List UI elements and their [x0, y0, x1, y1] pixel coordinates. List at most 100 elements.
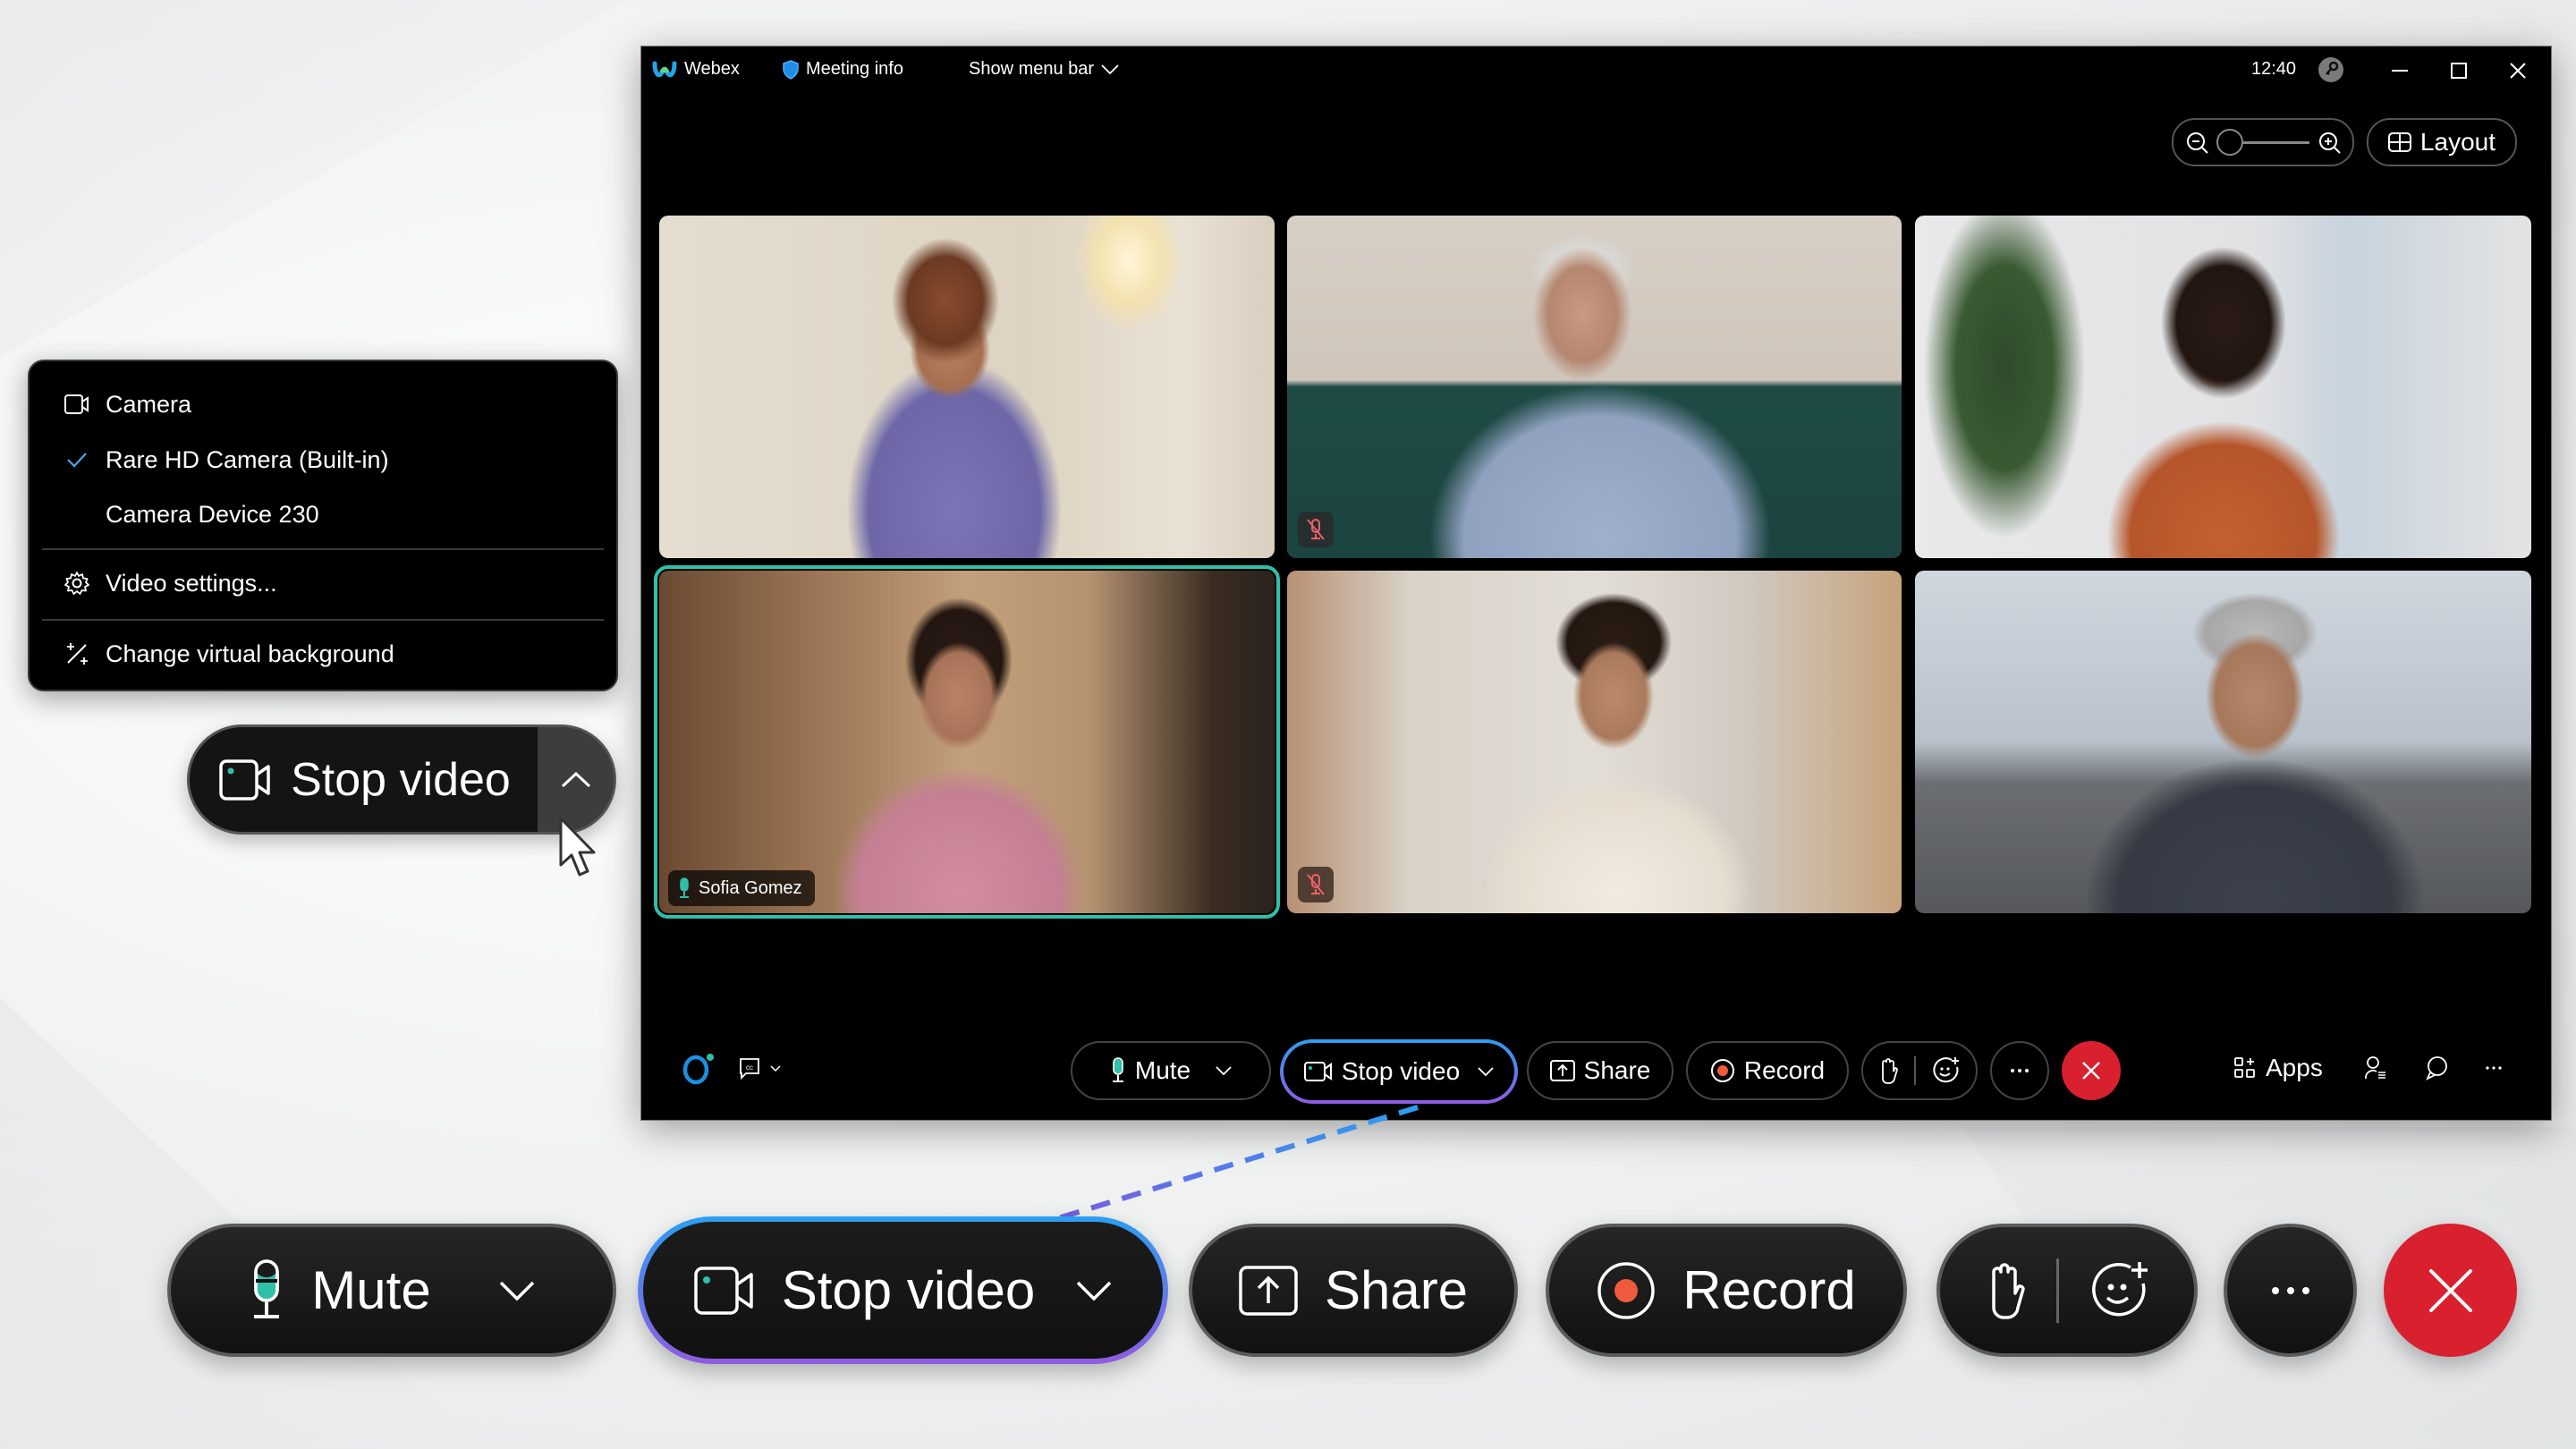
- video-camera-icon: [693, 1266, 753, 1315]
- participant-tile[interactable]: [1287, 571, 1902, 913]
- show-menu-bar-label: Show menu bar: [969, 59, 1095, 79]
- add-reaction-icon[interactable]: [1932, 1056, 1961, 1085]
- mute-button-large[interactable]: Mute: [167, 1224, 616, 1357]
- webex-assistant-button[interactable]: [681, 1050, 716, 1086]
- muted-indicator: [1298, 867, 1334, 902]
- video-camera-icon: [219, 758, 270, 801]
- layout-button[interactable]: Layout: [2366, 118, 2517, 166]
- ellipsis-icon: [2271, 1286, 2309, 1294]
- apps-button[interactable]: Apps: [2233, 1054, 2323, 1082]
- video-camera-icon: [1303, 1062, 1332, 1081]
- zoom-in-icon: [2318, 132, 2341, 154]
- minimize-button[interactable]: [2382, 57, 2418, 84]
- record-button[interactable]: Record: [1686, 1041, 1849, 1100]
- raise-hand-icon[interactable]: [1878, 1057, 1898, 1084]
- apps-icon: [2234, 1057, 2255, 1078]
- menu-item-virtual-background[interactable]: Change virtual background: [30, 627, 616, 681]
- chevron-down-icon: [1216, 1066, 1232, 1075]
- video-feed: [1287, 571, 1902, 913]
- webex-logo-icon: [652, 61, 677, 77]
- participant-tile[interactable]: [659, 216, 1275, 558]
- video-feed: [1915, 216, 2531, 558]
- leave-meeting-button-large[interactable]: [2384, 1224, 2517, 1357]
- participant-name-tag: Sofia Gomez: [668, 870, 815, 906]
- meeting-info-button[interactable]: Meeting info: [783, 59, 903, 80]
- ellipsis-icon: [2011, 1069, 2029, 1072]
- record-icon: [1597, 1261, 1656, 1319]
- close-icon: [2082, 1062, 2100, 1080]
- menu-header-camera: Camera: [30, 377, 616, 431]
- stop-video-button[interactable]: Stop video: [1280, 1039, 1518, 1104]
- chat-button[interactable]: [2425, 1055, 2448, 1080]
- record-icon: [1710, 1059, 1734, 1082]
- maximize-button[interactable]: [2441, 57, 2477, 84]
- background-facet: [0, 0, 626, 358]
- clock: 12:40: [2251, 59, 2296, 80]
- more-panels-button[interactable]: [2486, 1066, 2502, 1070]
- link-key-icon: [2318, 57, 2343, 82]
- chevron-down-icon: [1077, 1281, 1112, 1301]
- chevron-down-icon: [499, 1281, 534, 1301]
- record-label: Record: [1743, 1056, 1826, 1084]
- add-reaction-icon[interactable]: [2089, 1260, 2150, 1321]
- participant-tile[interactable]: [1915, 216, 2531, 558]
- share-label: Share: [1583, 1056, 1651, 1084]
- checkmark-icon: [64, 446, 90, 473]
- zoom-slider-thumb[interactable]: [2216, 129, 2243, 156]
- raise-hand-icon[interactable]: [1985, 1261, 2026, 1320]
- stop-video-label: Stop video: [1341, 1057, 1461, 1085]
- participant-name: Sofia Gomez: [699, 877, 802, 898]
- video-feed: [1915, 571, 2531, 913]
- menu-item-label: Camera Device 230: [106, 500, 319, 528]
- minimize-icon: [2392, 70, 2408, 72]
- shield-icon: [783, 59, 799, 80]
- stop-video-button-large[interactable]: Stop video: [638, 1216, 1168, 1364]
- video-zoom-slider[interactable]: [2171, 118, 2354, 166]
- assistant-icon: [682, 1054, 714, 1085]
- participant-tile-active-speaker[interactable]: Sofia Gomez: [654, 565, 1280, 919]
- microphone-icon: [254, 1258, 280, 1318]
- reactions-group: [1861, 1041, 1978, 1100]
- menu-item-label: Video settings...: [106, 569, 277, 597]
- reactions-group-large: [1936, 1224, 2198, 1357]
- record-button-large[interactable]: Record: [1546, 1224, 1907, 1357]
- chevron-up-icon: [561, 771, 590, 787]
- menu-item-label: Rare HD Camera (Built-in): [106, 445, 389, 473]
- chevron-down-icon: [1478, 1067, 1494, 1076]
- share-button[interactable]: Share: [1527, 1041, 1674, 1100]
- stop-video-label: Stop video: [291, 753, 511, 806]
- participant-tile[interactable]: [1287, 216, 1902, 558]
- menu-header-label: Camera: [106, 390, 192, 418]
- video-camera-icon: [64, 391, 90, 418]
- close-window-button[interactable]: [2500, 57, 2536, 84]
- share-screen-icon: [1239, 1265, 1298, 1316]
- stop-video-split-button-callout: Stop video: [187, 724, 616, 835]
- webex-app-label: Webex: [652, 59, 740, 80]
- connection-status-button[interactable]: [2318, 56, 2344, 83]
- maximize-icon: [2451, 63, 2467, 79]
- menu-item-video-settings[interactable]: Video settings...: [30, 556, 616, 610]
- participants-button[interactable]: [2364, 1055, 2387, 1080]
- stop-video-button[interactable]: Stop video: [190, 727, 540, 832]
- svg-text:cc: cc: [746, 1063, 753, 1072]
- more-options-button[interactable]: [1990, 1041, 2049, 1100]
- stop-video-label: Stop video: [781, 1260, 1036, 1320]
- layout-label: Layout: [2419, 128, 2496, 156]
- share-label: Share: [1324, 1260, 1469, 1320]
- share-button-large[interactable]: Share: [1189, 1224, 1518, 1357]
- microphone-icon: [680, 877, 689, 898]
- closed-captions-button[interactable]: cc: [738, 1057, 781, 1080]
- leave-meeting-button[interactable]: [2062, 1041, 2121, 1100]
- mute-label: Mute: [1134, 1056, 1191, 1084]
- share-screen-icon: [1549, 1060, 1575, 1081]
- menu-item-camera-option[interactable]: Rare HD Camera (Built-in): [30, 433, 616, 487]
- participant-tile[interactable]: [1915, 571, 2531, 913]
- more-options-button-large[interactable]: [2224, 1224, 2357, 1357]
- mute-button[interactable]: Mute: [1071, 1041, 1271, 1100]
- video-feed: [1287, 216, 1902, 558]
- microphone-icon: [1112, 1057, 1123, 1082]
- menu-item-camera-option[interactable]: Camera Device 230: [30, 487, 616, 541]
- menu-divider: [42, 548, 604, 550]
- show-menu-bar-button[interactable]: Show menu bar: [969, 59, 1119, 80]
- camera-dropdown-menu: Camera Rare HD Camera (Built-in) Camera …: [28, 360, 618, 691]
